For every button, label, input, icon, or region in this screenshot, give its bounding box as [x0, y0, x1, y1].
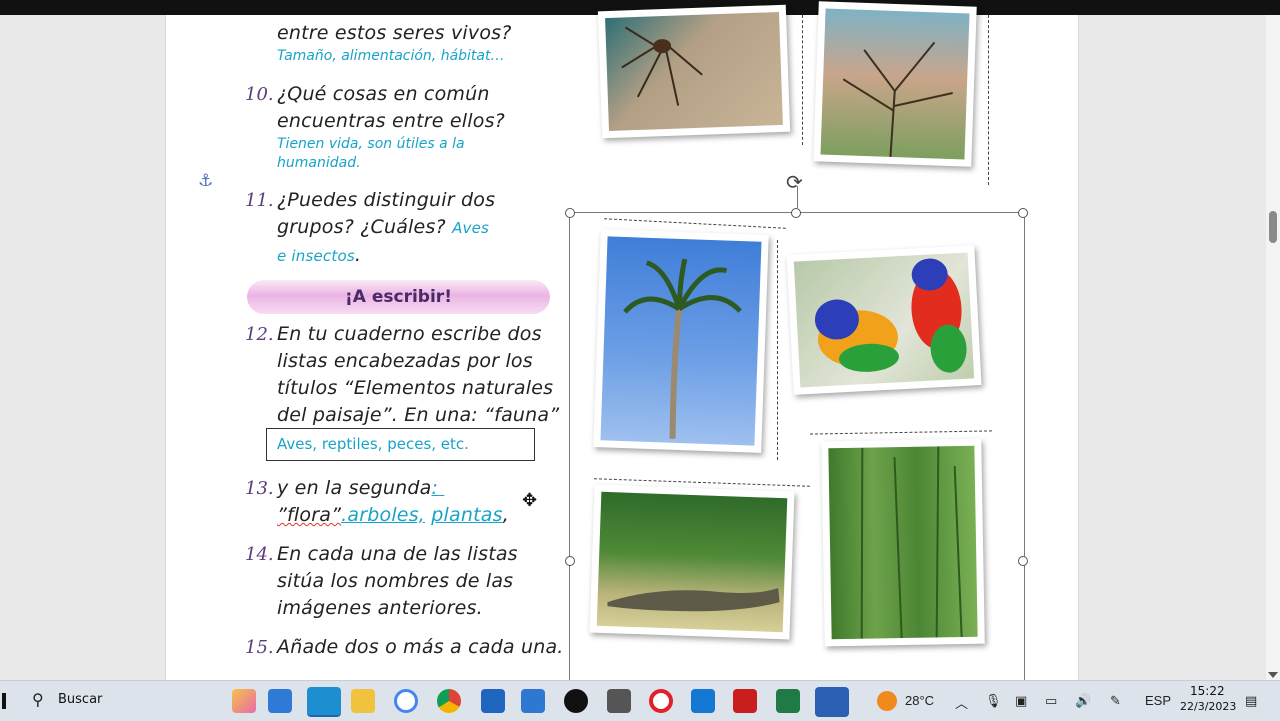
pen-icon[interactable]: ✎ — [1110, 693, 1121, 709]
q12-line4: del paisaje”. En una: “fauna” — [277, 404, 560, 426]
spider-icon — [621, 26, 703, 106]
clock-time[interactable]: 15:22 — [1190, 684, 1225, 698]
anchor-icon: ⚓ — [198, 171, 214, 190]
q14-line2: sitúa los nombres de las — [277, 570, 514, 592]
q14-line1: En cada una de las listas — [277, 543, 518, 565]
q10-answer2: humanidad. — [277, 155, 361, 171]
resize-handle-left[interactable] — [565, 556, 575, 566]
weather-sun-icon[interactable] — [877, 691, 897, 711]
q14-line3: imágenes anteriores. — [277, 597, 483, 619]
chrome-icon[interactable] — [437, 689, 461, 713]
google-icon[interactable] — [394, 689, 418, 713]
volume-icon[interactable]: 🔊 — [1075, 693, 1091, 709]
q13-number: 13. — [245, 478, 274, 499]
q10-line2: encuentras entre ellos? — [277, 110, 505, 132]
plantas-word[interactable]: plantas — [431, 504, 502, 526]
palm-tree-icon — [623, 258, 742, 439]
vertical-scrollbar[interactable] — [1266, 15, 1280, 680]
weather-temperature[interactable]: 28°C — [905, 693, 934, 708]
q11-answer1: Aves — [452, 219, 490, 237]
q11-line1: ¿Puedes distinguir dos — [277, 189, 496, 211]
parrots-photo[interactable] — [786, 245, 982, 395]
bamboo-photo[interactable] — [821, 438, 985, 647]
move-cursor-icon: ✥ — [522, 490, 538, 510]
resize-handle-top[interactable] — [791, 208, 801, 218]
start-button[interactable] — [2, 693, 6, 709]
input-language[interactable]: ESP — [1145, 693, 1171, 708]
write-banner: ¡A escribir! — [247, 280, 550, 314]
edge-browser-icon[interactable] — [307, 687, 341, 717]
word-icon[interactable] — [815, 687, 849, 717]
q9-answer: Tamaño, alimentación, hábitat… — [277, 48, 505, 64]
q12-number: 12. — [245, 324, 274, 345]
q15-number: 15. — [245, 637, 274, 658]
app-icon[interactable] — [268, 689, 292, 713]
rotate-handle-icon[interactable]: ⟳ — [786, 170, 803, 195]
tree-branches-icon — [842, 41, 953, 157]
acrobat-icon[interactable] — [733, 689, 757, 713]
q12-line2: listas encabezadas por los — [277, 350, 533, 372]
q11-line3: e insectos. — [277, 244, 362, 266]
q9-line: entre estos seres vivos? — [277, 22, 512, 44]
microphone-icon[interactable]: 🎙 — [985, 693, 1002, 709]
resize-handle-top-left[interactable] — [565, 208, 575, 218]
q12-line1: En tu cuaderno escribe dos — [277, 323, 542, 345]
q10-line1: ¿Qué cosas en común — [277, 83, 490, 105]
bamboo-icon — [860, 446, 963, 639]
q14-number: 14. — [245, 544, 274, 565]
store-icon[interactable] — [521, 689, 545, 713]
mail-icon[interactable] — [481, 689, 505, 713]
crocodile-icon — [607, 588, 780, 612]
resize-handle-top-right[interactable] — [1018, 208, 1028, 218]
fauna-answer-box[interactable]: Aves, reptiles, peces, etc. — [266, 428, 535, 461]
q15-line1: Añade dos o más a cada una. — [277, 636, 564, 658]
opera-icon[interactable] — [649, 689, 673, 713]
clock-date[interactable]: 22/3/2023 — [1180, 700, 1236, 715]
resize-handle-right[interactable] — [1018, 556, 1028, 566]
scrollbar-thumb[interactable] — [1269, 211, 1277, 243]
q10-answer1: Tienen vida, son útiles a la — [277, 136, 465, 152]
taskbar: ⚲ Buscar 28°C ︿ 🎙 ▣ ▭ 🔊 ✎ ESP 15:22 22/3… — [0, 680, 1280, 721]
search-icon[interactable]: ⚲ — [32, 690, 44, 710]
q11-line2: grupos? ¿Cuáles? Aves — [277, 216, 490, 238]
q11-number: 11. — [245, 190, 274, 211]
tree-photo — [813, 1, 977, 167]
widgets-icon[interactable] — [232, 689, 256, 713]
notifications-icon[interactable]: ▤ — [1245, 693, 1257, 709]
palm-tree-photo[interactable] — [593, 229, 769, 453]
arboles-word[interactable]: .arboles, — [341, 504, 425, 526]
tray-chevron-up-icon[interactable]: ︿ — [955, 693, 968, 712]
display-icon[interactable]: ▣ — [1015, 693, 1027, 709]
tiktok-icon[interactable] — [564, 689, 588, 713]
flora-word[interactable]: ”flora” — [277, 504, 341, 526]
q13-line1: y en la segunda: — [277, 477, 439, 499]
crocodile-photo[interactable] — [589, 484, 795, 640]
q11-answer2: e insectos — [277, 247, 355, 265]
taskbar-search-label[interactable]: Buscar — [58, 692, 102, 707]
app-g-icon[interactable] — [607, 689, 631, 713]
spider-photo — [597, 4, 791, 139]
skype-icon[interactable] — [691, 689, 715, 713]
scroll-down-arrow-icon[interactable] — [1268, 672, 1278, 678]
file-explorer-icon[interactable] — [351, 689, 375, 713]
q13-line2[interactable]: ”flora”.arboles, plantas, — [277, 502, 509, 529]
q12-line3: títulos “Elementos naturales — [277, 377, 554, 399]
battery-icon[interactable]: ▭ — [1045, 693, 1057, 709]
excel-icon[interactable] — [776, 689, 800, 713]
parrots-icon — [814, 258, 967, 373]
q10-number: 10. — [245, 84, 274, 105]
